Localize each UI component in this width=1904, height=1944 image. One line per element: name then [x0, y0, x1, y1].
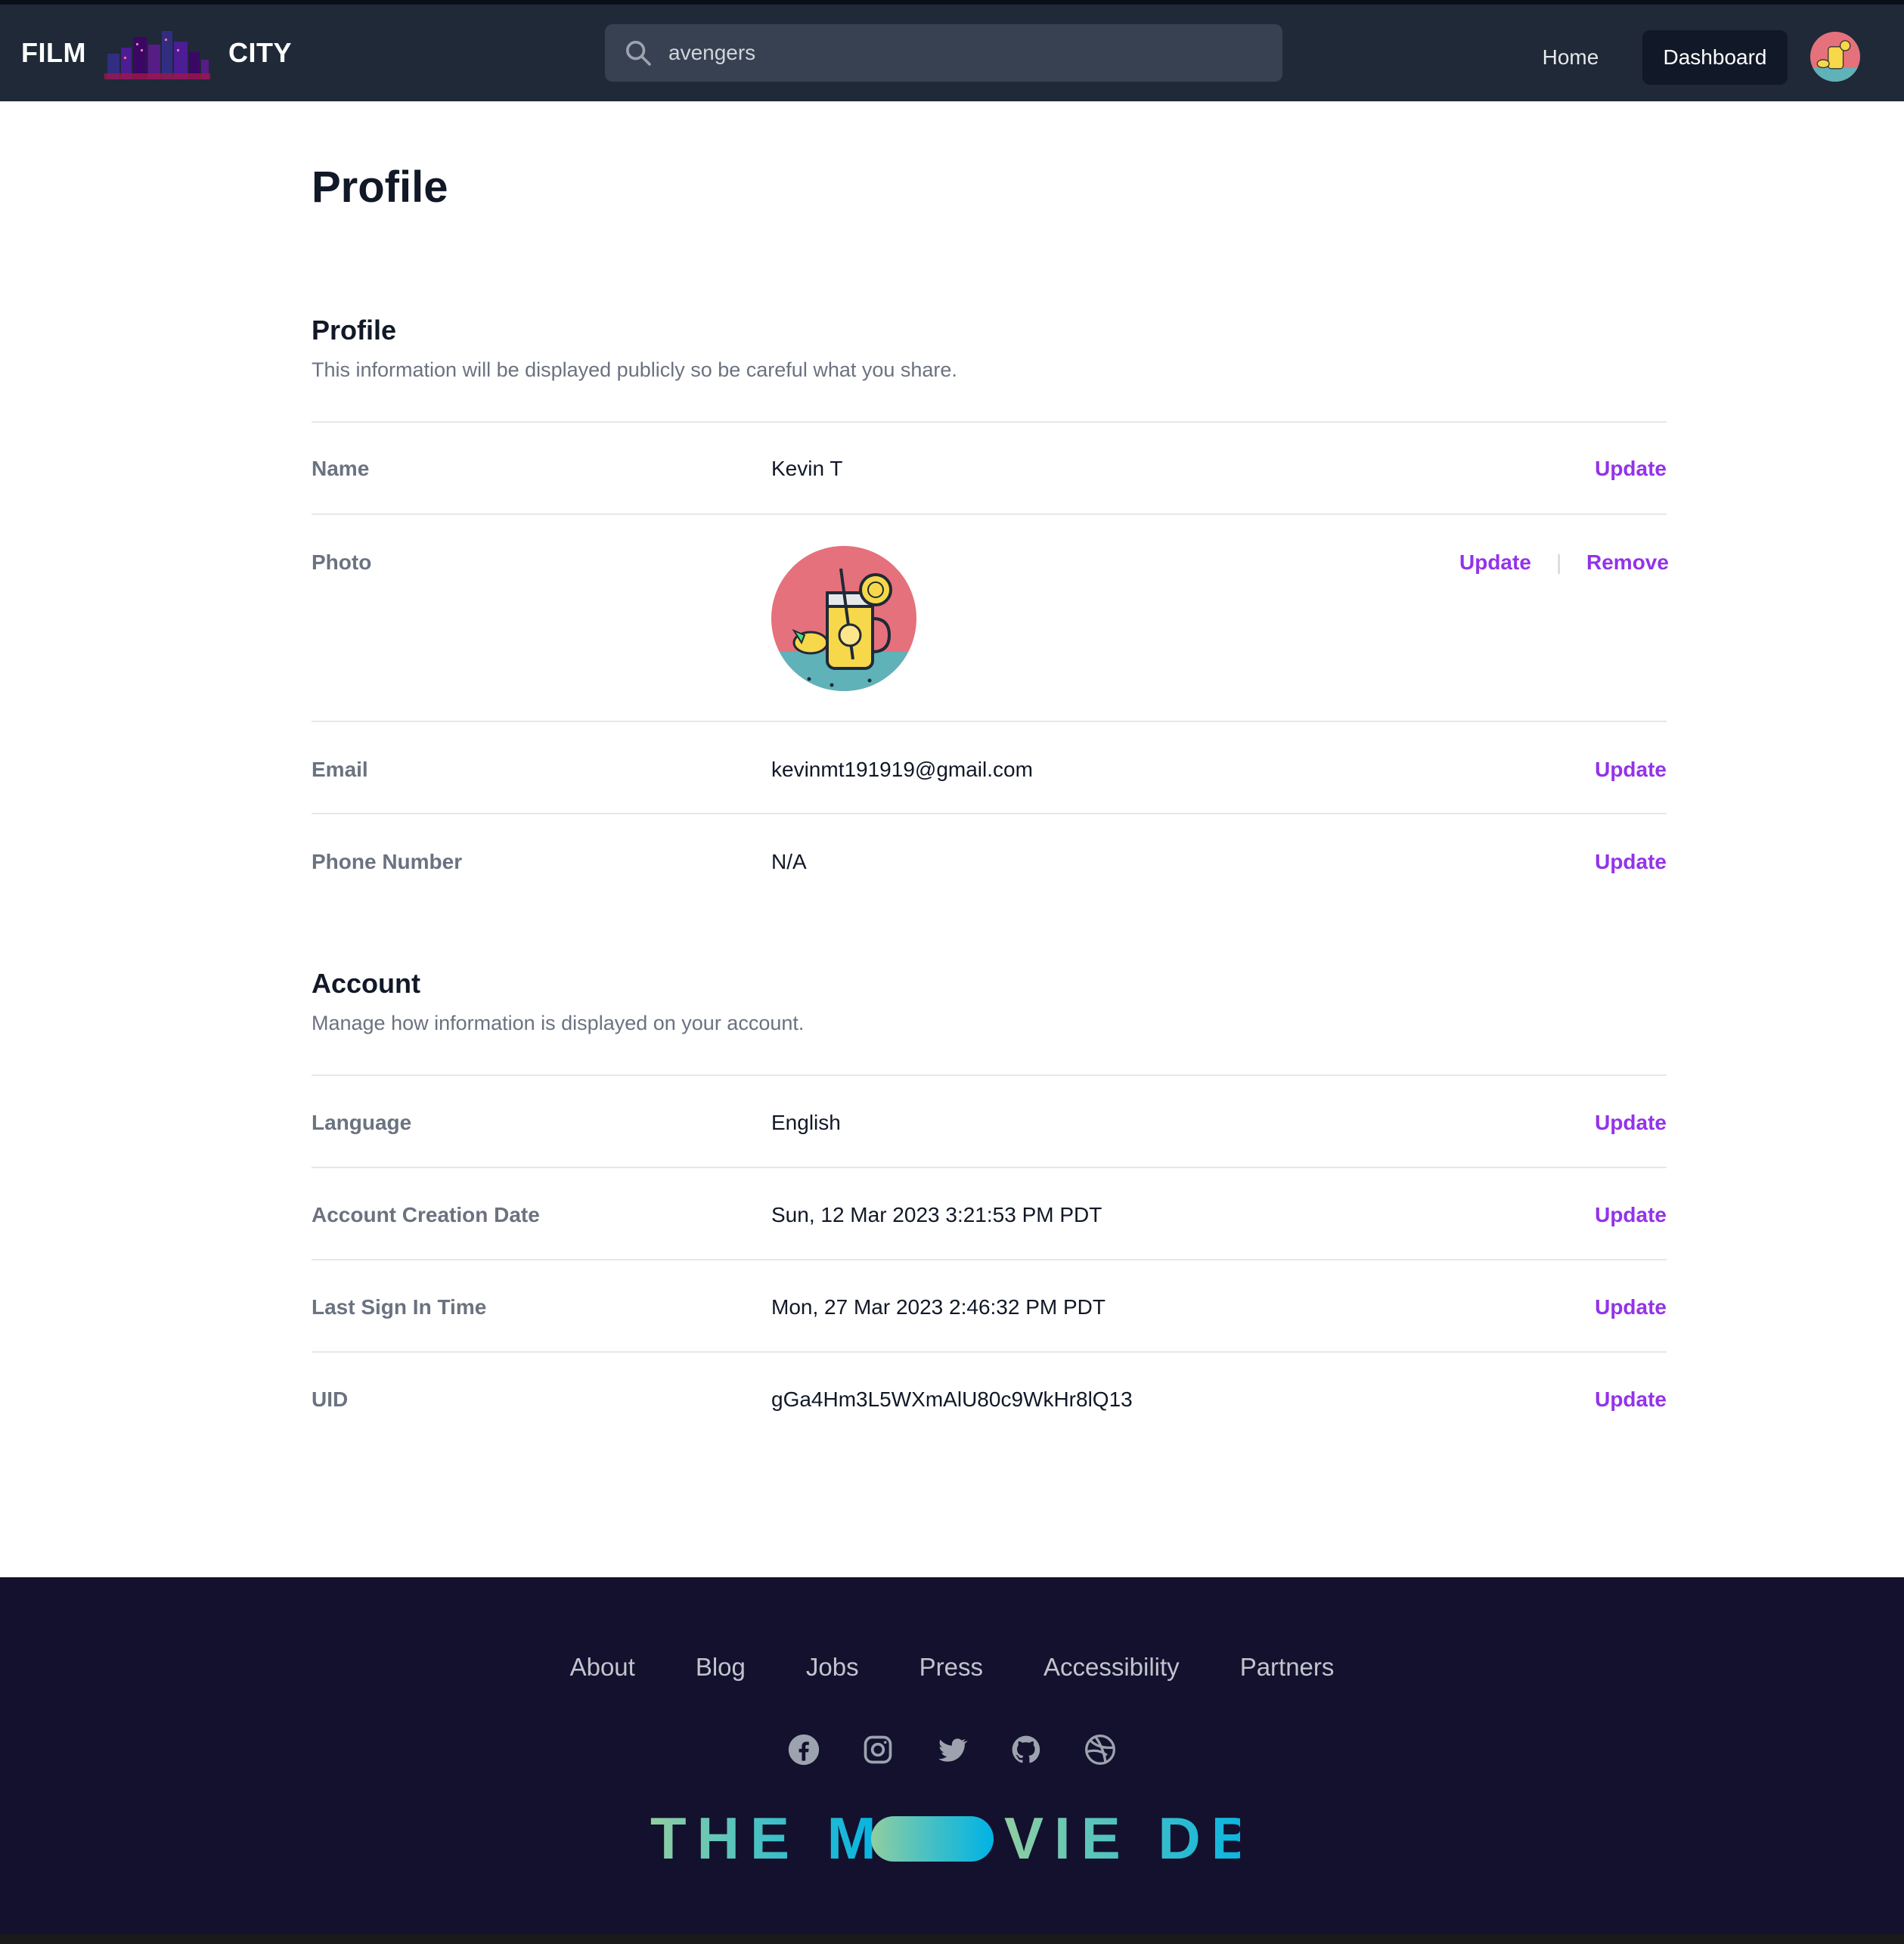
update-name-button[interactable]: Update — [1595, 457, 1667, 481]
footer-links: About Blog Jobs Press Accessibility Part… — [0, 1653, 1904, 1682]
brand[interactable]: FILM CITY — [21, 5, 292, 101]
update-language-button[interactable]: Update — [1595, 1111, 1667, 1135]
social-links — [0, 1733, 1904, 1766]
dribbble-icon[interactable] — [1084, 1733, 1117, 1766]
uid-value: gGa4Hm3L5WXmAlU80c9WkHr8lQ13 — [771, 1387, 1133, 1411]
uid-label: UID — [312, 1387, 349, 1411]
email-label: Email — [312, 758, 368, 781]
email-value: kevinmt191919@gmail.com — [771, 758, 1033, 781]
brand-film-text: FILM — [21, 37, 86, 68]
nav-home-link[interactable]: Home — [1523, 30, 1618, 85]
city-skyline-logo — [104, 26, 210, 79]
update-uid-button[interactable]: Update — [1595, 1387, 1667, 1412]
divider — [312, 1259, 1667, 1260]
name-label: Name — [312, 457, 370, 480]
photo-label: Photo — [312, 550, 372, 574]
divider — [312, 513, 1667, 515]
footer-link-press[interactable]: Press — [919, 1653, 983, 1682]
phone-label: Phone Number — [312, 850, 463, 873]
svg-text:THE M: THE M — [650, 1805, 887, 1869]
search-icon — [626, 41, 651, 66]
account-section-title: Account — [312, 968, 420, 999]
user-avatar[interactable] — [1810, 32, 1860, 82]
update-photo-button[interactable]: Update — [1459, 550, 1531, 575]
divider — [312, 1167, 1667, 1168]
update-phone-button[interactable]: Update — [1595, 850, 1667, 874]
brand-city-text: CITY — [228, 37, 292, 68]
tmdb-logo: THE M VIE DB — [650, 1805, 1240, 1869]
lemonade-avatar-icon — [1810, 32, 1860, 82]
creation-date-value: Sun, 12 Mar 2023 3:21:53 PM PDT — [771, 1203, 1102, 1226]
update-creation-date-button[interactable]: Update — [1595, 1203, 1667, 1227]
language-value: English — [771, 1111, 841, 1134]
footer: About Blog Jobs Press Accessibility Part… — [0, 1577, 1904, 1944]
footer-link-blog[interactable]: Blog — [696, 1653, 746, 1682]
divider — [312, 1074, 1667, 1076]
divider — [312, 421, 1667, 423]
update-email-button[interactable]: Update — [1595, 758, 1667, 782]
divider — [312, 1351, 1667, 1353]
page-title: Profile — [312, 163, 448, 212]
search-input[interactable] — [668, 41, 1258, 65]
phone-value: N/A — [771, 850, 807, 873]
footer-link-jobs[interactable]: Jobs — [806, 1653, 859, 1682]
action-separator: | — [1556, 550, 1562, 574]
facebook-icon[interactable] — [787, 1733, 820, 1766]
account-section-description: Manage how information is displayed on y… — [312, 1012, 805, 1034]
top-navbar: FILM CITY Home Dashboard — [0, 0, 1904, 101]
profile-section-description: This information will be displayed publi… — [312, 358, 957, 381]
remove-photo-button[interactable]: Remove — [1586, 550, 1669, 575]
update-last-sign-in-button[interactable]: Update — [1595, 1295, 1667, 1319]
footer-link-accessibility[interactable]: Accessibility — [1043, 1653, 1180, 1682]
profile-photo — [771, 546, 916, 691]
profile-section-title: Profile — [312, 315, 397, 346]
name-value: Kevin T — [771, 457, 843, 480]
divider — [312, 721, 1667, 722]
last-sign-in-label: Last Sign In Time — [312, 1295, 487, 1319]
search-bar[interactable] — [605, 24, 1282, 82]
last-sign-in-value: Mon, 27 Mar 2023 2:46:32 PM PDT — [771, 1295, 1105, 1319]
bottom-strip — [0, 1934, 1904, 1944]
footer-link-about[interactable]: About — [570, 1653, 635, 1682]
footer-link-partners[interactable]: Partners — [1240, 1653, 1335, 1682]
instagram-icon[interactable] — [861, 1733, 895, 1766]
nav-dashboard-button[interactable]: Dashboard — [1642, 30, 1788, 85]
divider — [312, 813, 1667, 814]
creation-date-label: Account Creation Date — [312, 1203, 540, 1226]
lemonade-photo-icon — [771, 546, 916, 691]
language-label: Language — [312, 1111, 412, 1134]
github-icon[interactable] — [1009, 1733, 1043, 1766]
twitter-icon[interactable] — [935, 1733, 969, 1766]
svg-text:VIE DB: VIE DB — [1004, 1805, 1240, 1869]
